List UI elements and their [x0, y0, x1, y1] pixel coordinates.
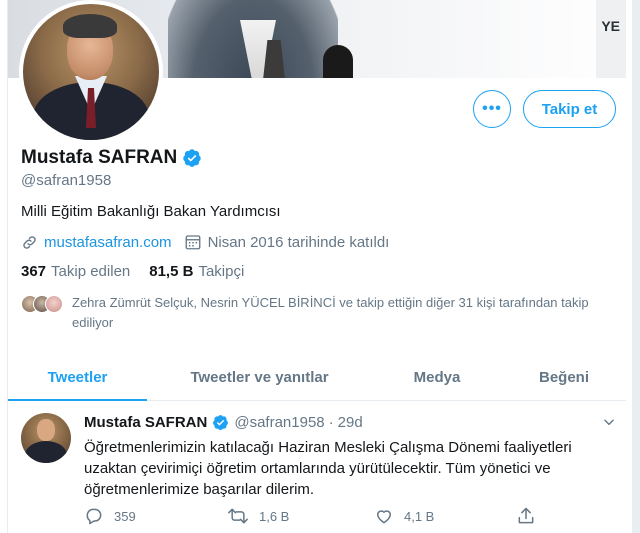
like-button[interactable]: 4,1 B — [374, 506, 434, 526]
reply-icon — [84, 506, 104, 526]
profile-meta: mustafasafran.com Nisan 2016 tarihinde k… — [21, 233, 389, 251]
tweet-author-name[interactable]: Mustafa SAFRAN — [84, 414, 207, 431]
tweet-text: Öğretmenlerimizin katılacağı Haziran Mes… — [84, 439, 572, 498]
left-page-edge — [0, 0, 8, 533]
tweet-author-avatar[interactable] — [21, 413, 71, 463]
tweet-author-handle[interactable]: @safran1958 — [234, 414, 324, 431]
retweet-button[interactable]: 1,6 B — [227, 506, 289, 526]
profile-counts: 367 Takip edilen 81,5 B Takipçi — [21, 263, 244, 280]
link-icon — [21, 234, 38, 251]
reply-count: 359 — [114, 508, 136, 524]
tweet-avatar-face — [37, 419, 55, 441]
follower-avatar — [45, 295, 63, 313]
profile-website-link[interactable]: mustafasafran.com — [44, 234, 172, 251]
tweet-avatar-suit — [25, 441, 67, 463]
more-options-button[interactable]: ••• — [473, 90, 511, 128]
right-scroll-gutter — [632, 0, 640, 533]
banner-sign — [596, 0, 626, 78]
like-icon — [374, 506, 394, 526]
banner-microphone — [323, 45, 353, 78]
follower-avatars — [21, 295, 65, 313]
profile-name-text: Mustafa SAFRAN — [21, 147, 178, 168]
followers-you-know[interactable]: Zehra Zümrüt Selçuk, Nesrin YÜCEL BİRİNC… — [21, 293, 611, 333]
reply-button[interactable]: 359 — [84, 506, 136, 526]
tweet-header: Mustafa SAFRAN @safran1958 · 29d — [84, 414, 363, 431]
profile-bio: Milli Eğitim Bakanlığı Bakan Yardımcısı — [21, 203, 281, 220]
calendar-icon — [184, 233, 202, 251]
tab-tweets[interactable]: Tweetler — [8, 354, 147, 401]
followers-count: 81,5 B — [149, 263, 194, 280]
follow-button[interactable]: Takip et — [523, 90, 616, 128]
tweet-timestamp[interactable]: 29d — [338, 414, 363, 431]
tab-media[interactable]: Medya — [372, 354, 502, 400]
profile-avatar-photo — [23, 4, 159, 140]
retweet-icon — [227, 506, 249, 526]
retweet-count: 1,6 B — [259, 508, 290, 524]
profile-tabs: Tweetler Tweetler ve yanıtlar Medya Beğe… — [8, 354, 626, 401]
following-count: 367 — [21, 263, 47, 280]
avatar-hair — [63, 14, 117, 38]
following-link[interactable]: 367 Takip edilen — [21, 263, 130, 280]
more-options-icon: ••• — [482, 100, 502, 117]
like-count: 4,1 B — [404, 508, 435, 524]
profile-handle: @safran1958 — [21, 172, 112, 189]
tab-tweets-and-replies[interactable]: Tweetler ve yanıtlar — [147, 354, 372, 400]
profile-joined-date: Nisan 2016 tarihinde katıldı — [207, 233, 390, 251]
tweet-actions: 359 1,6 B 4,1 B — [84, 506, 554, 528]
verified-badge-icon — [212, 414, 229, 431]
tab-likes[interactable]: Beğeni — [502, 354, 626, 400]
tweet-separator: · — [328, 414, 334, 431]
share-button[interactable] — [516, 506, 536, 526]
followers-link[interactable]: 81,5 B Takipçi — [149, 263, 244, 280]
profile-name: Mustafa SAFRAN — [21, 147, 202, 169]
profile-avatar[interactable] — [19, 0, 163, 144]
followers-you-know-text: Zehra Zümrüt Selçuk, Nesrin YÜCEL BİRİNC… — [72, 295, 589, 330]
verified-badge-icon — [182, 148, 202, 168]
banner-sign-text: YE — [601, 18, 620, 34]
chevron-down-icon[interactable] — [602, 415, 616, 434]
following-label: Takip edilen — [51, 263, 131, 280]
followers-label: Takipçi — [198, 263, 245, 280]
tweet[interactable]: Mustafa SAFRAN @safran1958 · 29d Öğretme… — [8, 401, 626, 533]
share-icon — [516, 506, 536, 526]
